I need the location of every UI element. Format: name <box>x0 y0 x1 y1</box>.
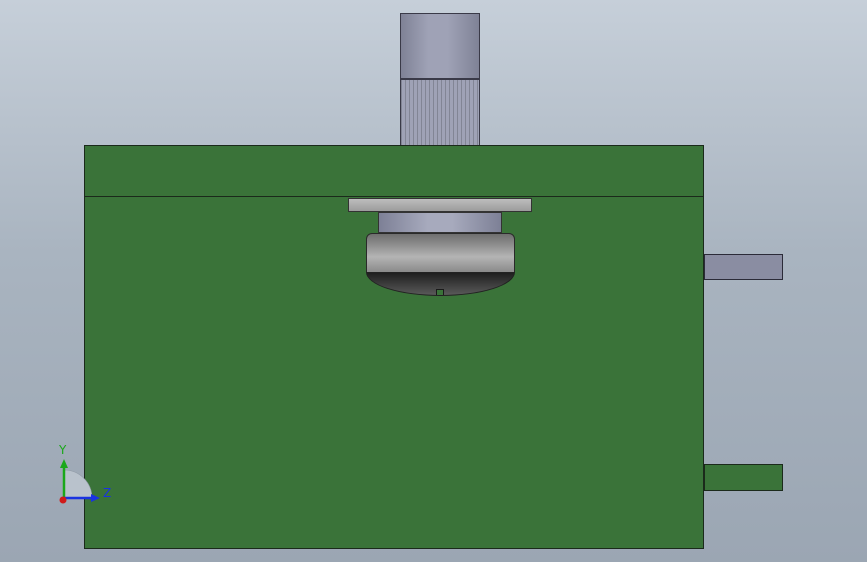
axis-z-label: Z <box>103 486 112 500</box>
side-tab-lower[interactable] <box>704 464 783 491</box>
side-tab-upper[interactable] <box>704 254 783 280</box>
mounting-flange[interactable] <box>348 198 532 212</box>
motor-housing-top[interactable] <box>400 13 480 79</box>
axis-x-origin-icon <box>59 496 67 504</box>
housing-lid-edge <box>84 196 704 197</box>
dome-notch <box>436 289 444 295</box>
model-viewport[interactable]: Y Z <box>0 0 867 562</box>
axis-z-arrow <box>91 494 100 502</box>
motor-ribbed-section[interactable] <box>400 79 480 146</box>
triad-plane-shade <box>63 469 93 499</box>
shaft-collar[interactable] <box>378 212 502 233</box>
axis-y-label: Y <box>59 443 67 457</box>
hub-cylinder[interactable] <box>366 233 515 273</box>
axis-y-arrow <box>60 459 68 468</box>
